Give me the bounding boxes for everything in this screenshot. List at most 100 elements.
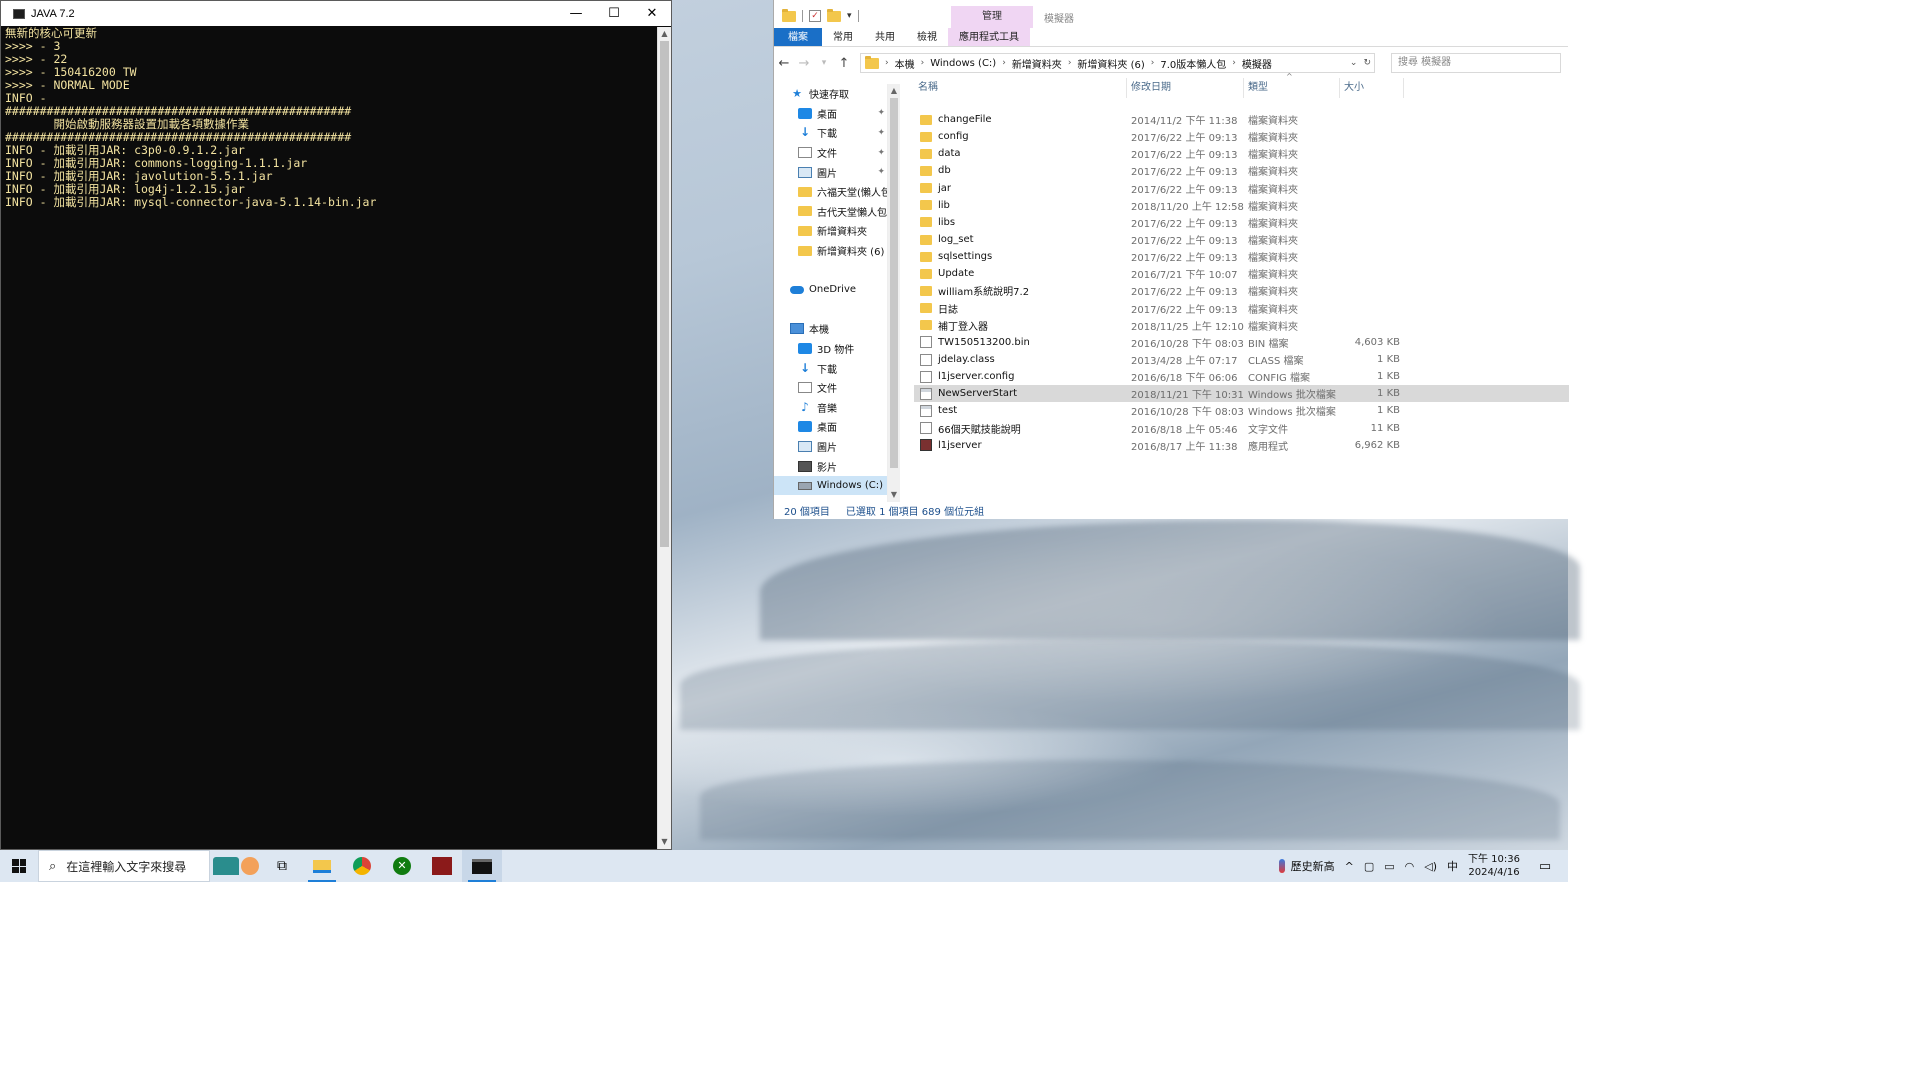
nav-item[interactable]: 圖片 ✦ (774, 162, 887, 182)
nav-item[interactable]: 文件 (774, 378, 887, 398)
tab-file[interactable]: 檔案 (774, 28, 822, 46)
back-arrow-icon[interactable]: ← (774, 56, 794, 71)
recent-locations-icon[interactable]: ▾ (814, 58, 834, 68)
manage-context-tab[interactable]: 管理 (951, 6, 1033, 28)
notification-center-icon[interactable]: ▭ (1530, 859, 1560, 874)
file-row[interactable]: william系統說明7.2 2017/6/22 上午 09:13 檔案資料夾 (914, 282, 1569, 299)
column-header-size[interactable]: 大小 (1340, 78, 1404, 98)
breadcrumb-item[interactable]: 新增資料夾 (6) (1077, 56, 1144, 71)
clock[interactable]: 下午 10:36 2024/4/16 (1468, 853, 1520, 879)
file-row[interactable]: l1jserver 2016/8/17 上午 11:38 應用程式 6,962 KB (914, 437, 1569, 454)
maximize-button[interactable]: ☐ (595, 6, 633, 21)
minimize-button[interactable]: — (557, 6, 595, 21)
close-button[interactable]: ✕ (633, 6, 671, 21)
file-row[interactable]: jar 2017/6/22 上午 09:13 檔案資料夾 (914, 180, 1569, 197)
start-button[interactable] (0, 850, 38, 882)
file-row[interactable]: log_set 2017/6/22 上午 09:13 檔案資料夾 (914, 231, 1569, 248)
nav-item[interactable]: ↓ 下載 ✦ (774, 123, 887, 143)
nav-item[interactable]: 文件 ✦ (774, 143, 887, 163)
scroll-down-icon[interactable]: ▼ (658, 835, 671, 849)
nav-item[interactable]: 桌面 ✦ (774, 104, 887, 124)
file-explorer-window[interactable]: ✓ ▾ 管理 模擬器 檔案 常用 共用 檢視 應用程式工具 ← → ▾ ↑ › 本… (773, 0, 1569, 519)
column-header-name[interactable]: 名稱 (914, 78, 1127, 98)
file-row[interactable]: db 2017/6/22 上午 09:13 檔案資料夾 (914, 162, 1569, 179)
navigation-pane[interactable]: ★ 快速存取 桌面 ✦ ↓ 下載 ✦ 文件 ✦ 圖片 ✦ 六福天堂(懶人包 古代天堂懶人包 新增資料夾 新增… (774, 84, 888, 502)
console-titlebar[interactable]: JAVA 7.2 — ☐ ✕ (1, 1, 671, 26)
nav-item[interactable]: 圖片 (774, 437, 887, 457)
file-row[interactable]: sqlsettings 2017/6/22 上午 09:13 檔案資料夾 (914, 248, 1569, 265)
breadcrumb-item[interactable]: 新增資料夾 (1012, 56, 1062, 71)
file-row[interactable]: NewServerStart 2018/11/21 下午 10:31 Windows… (914, 385, 1569, 403)
breadcrumb-separator-icon[interactable]: › (921, 58, 925, 68)
search-input[interactable]: 搜尋 模擬器 (1391, 53, 1561, 73)
breadcrumb-item[interactable]: 本機 (895, 56, 915, 71)
battery-icon[interactable]: ▭ (1384, 860, 1394, 873)
column-header-type[interactable]: 類型 (1244, 78, 1340, 98)
nav-item[interactable]: Windows (C:) (774, 475, 887, 496)
xbox-icon[interactable]: ✕ (382, 850, 422, 882)
tab-share[interactable]: 共用 (864, 28, 906, 46)
tab-view[interactable]: 檢視 (906, 28, 948, 46)
file-row[interactable]: TW150513200.bin 2016/10/28 下午 08:03 BIN 檔案… (914, 334, 1569, 351)
breadcrumb-item[interactable]: 模擬器 (1242, 56, 1272, 71)
scroll-up-icon[interactable]: ▲ (658, 27, 671, 41)
wifi-icon[interactable]: ◠ (1405, 860, 1415, 873)
file-row[interactable]: 日誌 2017/6/22 上午 09:13 檔案資料夾 (914, 300, 1569, 317)
nav-item[interactable]: 本機 (774, 319, 887, 339)
console-output[interactable]: 無新的核心可更新 >>>> - 3 >>>> - 22 >>>> - 15041620… (5, 27, 655, 849)
file-row[interactable]: 66個天賦技能說明 2016/8/18 上午 05:46 文字文件 11 KB (914, 420, 1569, 437)
nav-scroll-thumb[interactable] (890, 98, 898, 468)
console-scroll-thumb[interactable] (660, 41, 669, 547)
nav-item[interactable]: ↓ 下載 (774, 358, 887, 378)
file-list[interactable]: 名稱 修改日期 類型 大小 ^ changeFile 2014/11/2 下午 1… (914, 72, 1569, 454)
refresh-icon[interactable]: ↻ (1363, 58, 1371, 68)
file-row[interactable]: Update 2016/7/21 下午 10:07 檔案資料夾 (914, 265, 1569, 282)
file-row[interactable]: test 2016/10/28 下午 08:03 Windows 批次檔案 1 KB (914, 402, 1569, 419)
nav-item[interactable]: OneDrive (774, 280, 887, 300)
breadcrumb-separator-icon[interactable]: › (1002, 58, 1006, 68)
file-row[interactable]: changeFile 2014/11/2 下午 11:38 檔案資料夾 (914, 111, 1569, 128)
breadcrumb-separator-icon[interactable]: › (1232, 58, 1236, 68)
breadcrumb-separator-icon[interactable]: › (1068, 58, 1072, 68)
breadcrumb-separator-icon[interactable]: › (885, 58, 889, 68)
console-scrollbar[interactable]: ▲ ▼ (657, 27, 671, 849)
nav-item[interactable]: 新增資料夾 (774, 221, 887, 241)
task-view-icon[interactable]: ⧉ (262, 850, 302, 882)
nav-item[interactable]: ★ 快速存取 (774, 84, 887, 104)
address-dropdown-icon[interactable]: ⌄ (1350, 58, 1358, 68)
tab-home[interactable]: 常用 (822, 28, 864, 46)
chrome-icon[interactable] (342, 850, 382, 882)
game-launcher-icon[interactable] (422, 850, 462, 882)
file-explorer-taskbar-icon[interactable] (302, 850, 342, 882)
new-folder-icon[interactable] (827, 8, 841, 22)
nav-item[interactable]: 六福天堂(懶人包 (774, 182, 887, 202)
nav-item[interactable]: 影片 (774, 456, 887, 476)
show-hidden-icons-icon[interactable]: ^ (1345, 860, 1354, 873)
taskbar-search[interactable]: ⌕ 在這裡輸入文字來搜尋 (38, 850, 210, 882)
scroll-down-icon[interactable]: ▼ (888, 488, 900, 502)
breadcrumb-item[interactable]: 7.0版本懶人包 (1160, 56, 1226, 71)
weather-widget[interactable]: 歷史新高 (1278, 858, 1335, 874)
file-row[interactable]: data 2017/6/22 上午 09:13 檔案資料夾 (914, 145, 1569, 162)
column-header-date[interactable]: 修改日期 (1127, 78, 1244, 98)
file-row[interactable]: jdelay.class 2013/4/28 上午 07:17 CLASS 檔案 1 … (914, 351, 1569, 368)
console-window[interactable]: JAVA 7.2 — ☐ ✕ 無新的核心可更新 >>>> - 3 >>>> - 22… (0, 0, 672, 850)
nav-item[interactable]: 3D 物件 (774, 339, 887, 359)
scroll-up-icon[interactable]: ▲ (888, 84, 900, 98)
properties-icon[interactable]: ✓ (809, 10, 821, 22)
volume-icon[interactable]: ◁) (1424, 860, 1437, 873)
nav-item[interactable]: 古代天堂懶人包 (774, 202, 887, 222)
console-taskbar-icon[interactable] (462, 850, 502, 882)
meet-now-icon[interactable]: ▢ (1364, 860, 1374, 873)
nav-item[interactable]: ♪ 音樂 (774, 398, 887, 418)
up-arrow-icon[interactable]: ↑ (834, 56, 854, 71)
search-highlight-icon[interactable] (210, 850, 262, 882)
address-bar[interactable]: › 本機 › Windows (C:) › 新增資料夾 › 新增資料夾 (6) › 7.0版本懶人… (860, 53, 1375, 73)
customize-toolbar-icon[interactable]: ▾ (847, 11, 852, 21)
file-row[interactable]: lib 2018/11/20 上午 12:58 檔案資料夾 (914, 197, 1569, 214)
nav-item[interactable]: 桌面 (774, 417, 887, 437)
file-row[interactable]: l1jserver.config 2016/6/18 下午 06:06 CONFIG… (914, 368, 1569, 385)
breadcrumb-item[interactable]: Windows (C:) (930, 58, 996, 69)
file-row[interactable]: 補丁登入器 2018/11/25 上午 12:10 檔案資料夾 (914, 317, 1569, 334)
ime-indicator[interactable]: 中 (1447, 858, 1458, 874)
